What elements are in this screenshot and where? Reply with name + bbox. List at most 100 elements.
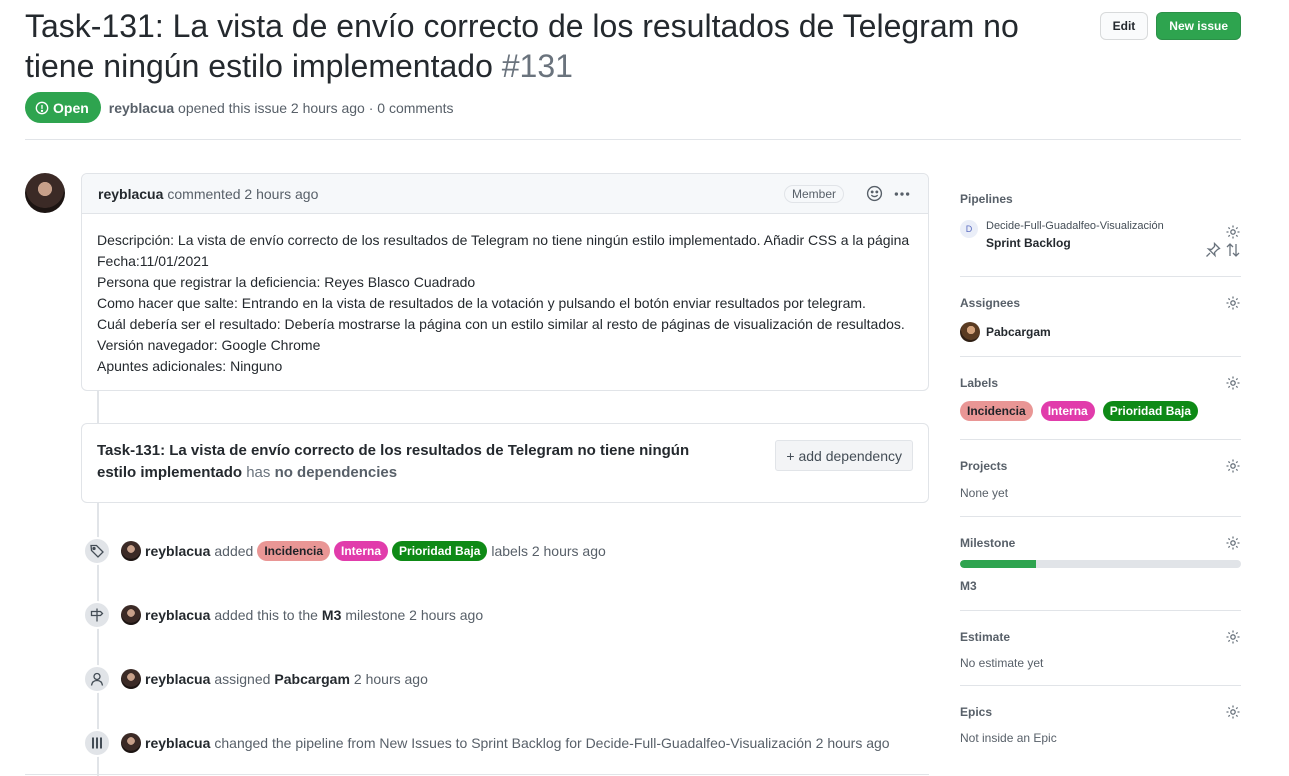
sidebar-title: Pipelines (960, 192, 1013, 206)
milestone-link[interactable]: M3 (322, 607, 341, 623)
sidebar-epics: Epics Not inside an Epic (960, 686, 1241, 766)
event-suffix: milestone 2 hours ago (345, 607, 484, 623)
sidebar-title: Labels (960, 376, 999, 390)
status-text: Open (53, 99, 89, 116)
tag-icon (83, 537, 111, 565)
event-verb: added this to the (214, 607, 318, 623)
comment-body: Descripción: La vista de envío correcto … (82, 214, 928, 393)
milestone-progress-fill (960, 560, 1036, 568)
pin-icon[interactable] (1205, 241, 1221, 258)
issue-title: Task-131: La vista de envío correcto de … (25, 6, 1095, 86)
header-divider (25, 139, 1241, 140)
event-actor-link[interactable]: reyblacua (145, 671, 210, 687)
gear-icon[interactable] (1225, 458, 1241, 474)
issue-opened-icon (35, 101, 49, 114)
label-interna[interactable]: Interna (334, 541, 389, 561)
epics-value: Not inside an Epic (960, 731, 1057, 745)
label-interna[interactable]: Interna (1040, 401, 1095, 421)
dependency-none-text: no dependencies (274, 464, 398, 481)
person-icon (83, 665, 111, 693)
issue-meta: Open reyblacua opened this issue 2 hours… (25, 92, 454, 123)
dependencies-box: Task-131: La vista de envío correcto de … (81, 423, 929, 503)
milestone-icon (83, 601, 111, 629)
pipeline-event: reyblacua changed the pipeline from New … (83, 729, 890, 757)
sidebar-title: Epics (960, 705, 993, 719)
labels-event: reyblacua added Incidencia Interna Prior… (83, 537, 606, 565)
comment-line: Como hacer que salte: Entrando en la vis… (97, 295, 866, 311)
comment-header: reyblacua commented 2 hours ago Member (82, 174, 928, 214)
comment-line: Versión navegador: Google Chrome (97, 337, 321, 353)
comment-line: Persona que registrar la deficiencia: Re… (97, 274, 476, 290)
sidebar-milestone: Milestone M3 (960, 517, 1241, 611)
sidebar-title: Milestone (960, 536, 1016, 550)
sidebar-assignees: Assignees Pabcargam (960, 277, 1241, 357)
comment-time[interactable]: commented 2 hours ago (167, 186, 318, 202)
sidebar-title: Projects (960, 459, 1008, 473)
event-actor-link[interactable]: reyblacua (145, 735, 210, 751)
issue-header: Task-131: La vista de envío correcto de … (25, 6, 1241, 86)
repo-initial: D (960, 220, 978, 238)
timeline-bottom-divider (25, 774, 929, 775)
estimate-value: No estimate yet (960, 656, 1044, 670)
event-text: changed the pipeline from New Issues to … (214, 735, 890, 751)
gear-icon[interactable] (1225, 535, 1241, 551)
event-actor-link[interactable]: reyblacua (145, 607, 210, 623)
avatar[interactable] (121, 669, 141, 689)
assignee-item[interactable]: Pabcargam (960, 322, 1241, 342)
sidebar-labels: Labels Incidencia Interna Prioridad Baja (960, 357, 1241, 440)
assignee-link[interactable]: Pabcargam (274, 671, 349, 687)
assignee-name: Pabcargam (986, 325, 1051, 339)
gear-icon[interactable] (1225, 224, 1241, 240)
status-badge: Open (25, 92, 101, 123)
new-issue-button[interactable]: New issue (1156, 12, 1241, 40)
header-actions: Edit New issue (1099, 12, 1241, 40)
kebab-horizontal-icon[interactable] (892, 184, 912, 204)
projects-value: None yet (960, 486, 1009, 500)
avatar[interactable] (121, 733, 141, 753)
edit-button[interactable]: Edit (1099, 12, 1149, 40)
label-incidencia[interactable]: Incidencia (960, 401, 1033, 421)
milestone-event: reyblacua added this to the M3 milestone… (83, 601, 483, 629)
pipeline-stage[interactable]: Sprint Backlog (986, 236, 1164, 250)
arrow-switch-icon[interactable] (1225, 242, 1241, 258)
smiley-icon[interactable] (864, 184, 884, 204)
pipeline-repo: Decide-Full-Guadalfeo-Visualización (986, 220, 1164, 232)
add-dependency-button[interactable]: + add dependency (775, 440, 913, 471)
pipeline-row[interactable]: D Decide-Full-Guadalfeo-Visualización Sp… (960, 220, 1241, 250)
issue-author-link[interactable]: reyblacua (109, 100, 174, 116)
dependencies-text: Task-131: La vista de envío correcto de … (97, 440, 727, 484)
comment-author-link[interactable]: reyblacua (98, 186, 163, 202)
avatar[interactable] (121, 541, 141, 561)
event-suffix: 2 hours ago (353, 671, 428, 687)
sidebar-projects: Projects None yet (960, 440, 1241, 517)
gear-icon[interactable] (1225, 629, 1241, 645)
comment-box: reyblacua commented 2 hours ago Member D… (81, 173, 929, 391)
sidebar-title: Estimate (960, 630, 1011, 644)
sidebar-pipelines: Pipelines D Decide-Full-Guadalfeo-Visual… (960, 180, 1241, 277)
milestone-name[interactable]: M3 (960, 579, 1241, 593)
assign-event: reyblacua assigned Pabcargam 2 hours ago (83, 665, 428, 693)
label-list: Incidencia Interna Prioridad Baja (960, 401, 1241, 421)
issue-number: #131 (501, 48, 573, 84)
member-badge: Member (783, 184, 844, 203)
pipeline-icon (83, 729, 111, 757)
event-suffix: labels 2 hours ago (491, 543, 606, 559)
comment-line: Fecha:11/01/2021 (97, 253, 209, 269)
comment-line: Cuál debería ser el resultado: Debería m… (97, 316, 905, 332)
avatar (960, 322, 980, 342)
gear-icon[interactable] (1225, 295, 1241, 311)
gear-icon[interactable] (1225, 375, 1241, 391)
label-incidencia[interactable]: Incidencia (257, 541, 330, 561)
event-verb: added (214, 543, 254, 559)
comment-line: Apuntes adicionales: Ninguno (97, 358, 283, 374)
avatar[interactable] (25, 173, 65, 213)
sidebar-estimate: Estimate No estimate yet (960, 611, 1241, 686)
gear-icon[interactable] (1225, 704, 1241, 720)
label-prioridad-baja[interactable]: Prioridad Baja (392, 541, 488, 561)
issue-opened-text: opened this issue 2 hours ago · 0 commen… (178, 99, 454, 116)
label-prioridad-baja[interactable]: Prioridad Baja (1102, 401, 1199, 421)
event-actor-link[interactable]: reyblacua (145, 543, 210, 559)
sidebar-title: Assignees (960, 296, 1021, 310)
avatar[interactable] (121, 605, 141, 625)
dependency-has-text: has (246, 464, 271, 481)
